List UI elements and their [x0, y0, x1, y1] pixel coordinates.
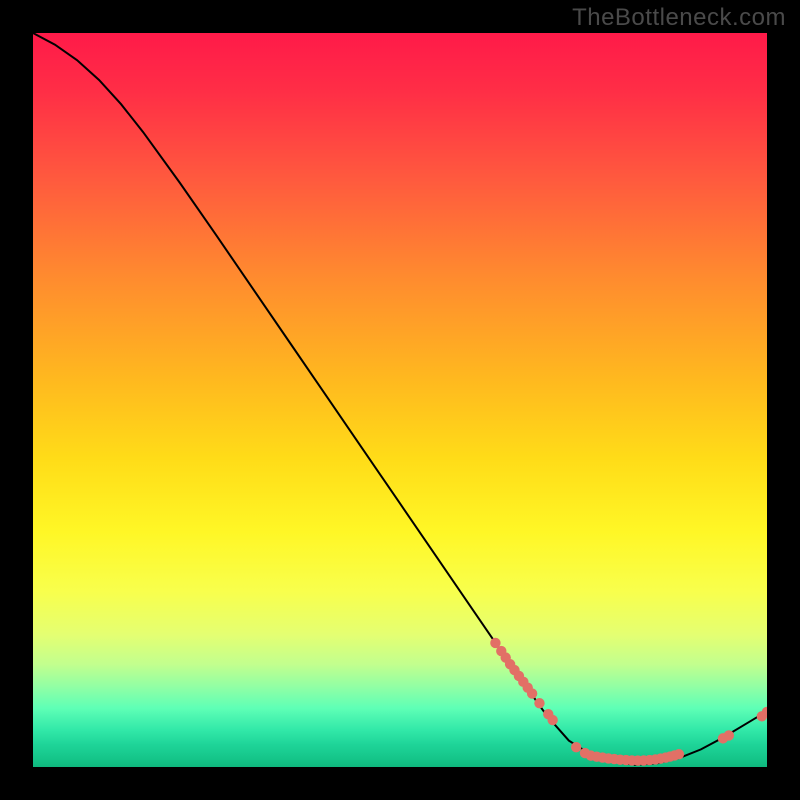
- chart-marker: [674, 749, 684, 759]
- chart-marker: [527, 688, 537, 698]
- chart-line: [33, 33, 767, 765]
- chart-marker: [547, 715, 557, 725]
- chart-marker: [534, 698, 544, 708]
- chart-plot-area: [33, 33, 767, 767]
- watermark-text: TheBottleneck.com: [572, 4, 786, 32]
- chart-markers: [490, 638, 767, 766]
- chart-marker: [724, 730, 734, 740]
- chart-marker: [571, 742, 581, 752]
- chart-svg: [33, 33, 767, 767]
